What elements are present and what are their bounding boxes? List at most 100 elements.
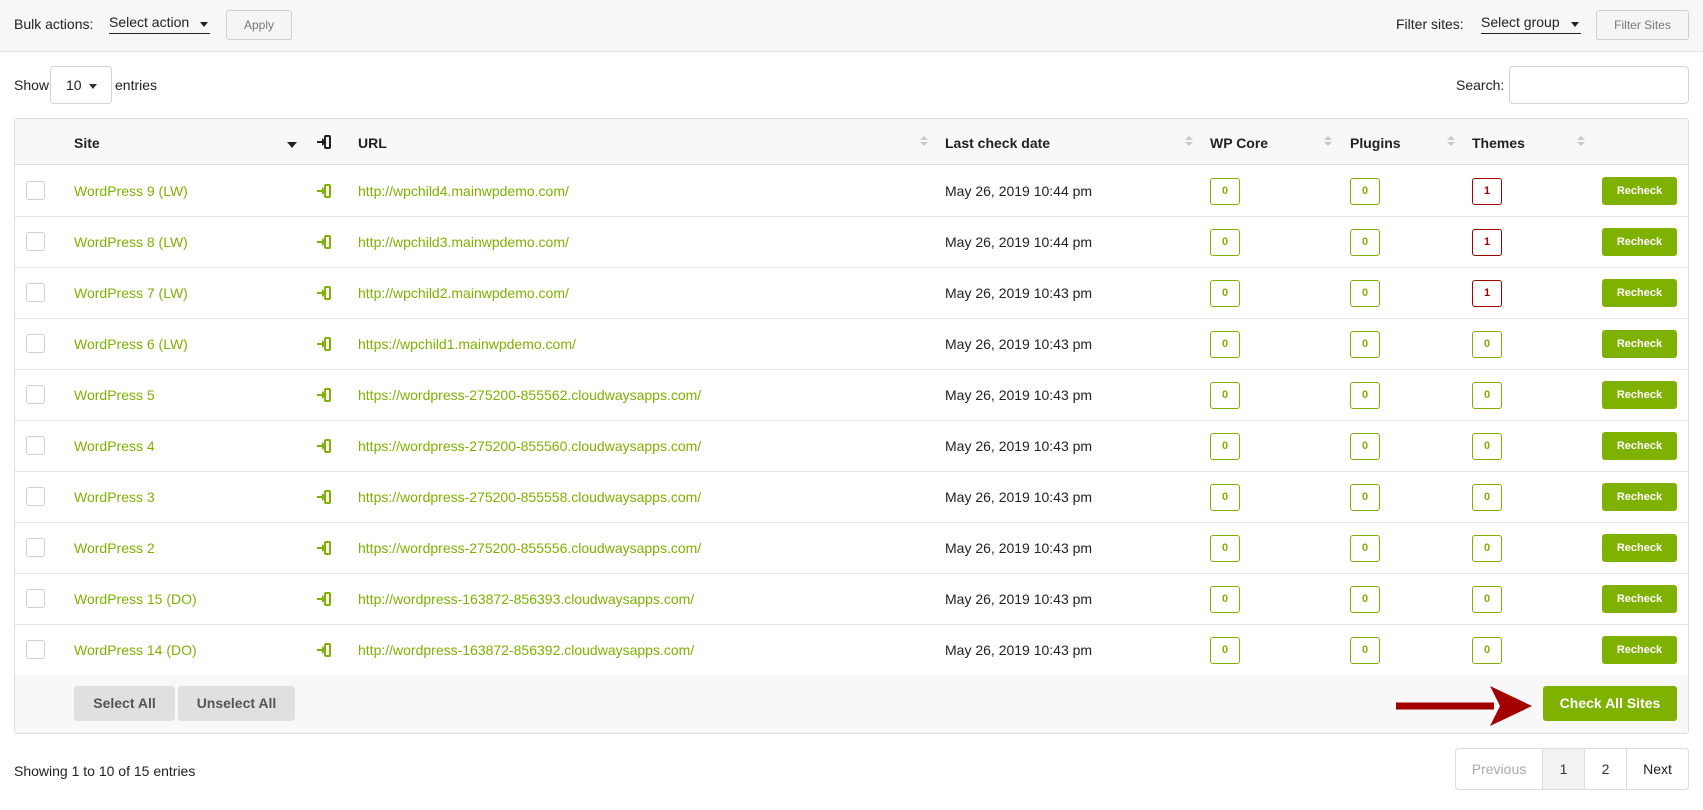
sign-in-icon[interactable]	[316, 591, 332, 607]
wp-core-count-badge[interactable]: 0	[1210, 331, 1240, 358]
entries-length-select[interactable]: 10	[50, 66, 112, 104]
sign-in-icon[interactable]	[316, 183, 332, 199]
sign-in-icon[interactable]	[316, 285, 332, 301]
wp-core-count-badge[interactable]: 0	[1210, 382, 1240, 409]
recheck-button[interactable]: Recheck	[1602, 381, 1677, 409]
site-name-link[interactable]: WordPress 3	[74, 489, 155, 505]
site-name-link[interactable]: WordPress 4	[74, 438, 155, 454]
row-checkbox[interactable]	[26, 283, 45, 302]
row-checkbox[interactable]	[26, 538, 45, 557]
previous-page-button[interactable]: Previous	[1456, 749, 1543, 789]
recheck-button[interactable]: Recheck	[1602, 636, 1677, 664]
sort-icon[interactable]	[1185, 136, 1193, 148]
site-url-link[interactable]: http://wordpress-163872-856392.cloudways…	[358, 642, 694, 658]
site-url-link[interactable]: https://wpchild1.mainwpdemo.com/	[358, 336, 576, 352]
row-checkbox[interactable]	[26, 232, 45, 251]
sign-in-icon[interactable]	[316, 438, 332, 454]
site-url-link[interactable]: http://wordpress-163872-856393.cloudways…	[358, 591, 694, 607]
site-name-link[interactable]: WordPress 7 (LW)	[74, 285, 188, 301]
bulk-action-select[interactable]: Select action	[109, 14, 210, 34]
themes-count-badge[interactable]: 0	[1472, 637, 1502, 664]
recheck-button[interactable]: Recheck	[1602, 177, 1677, 205]
site-name-link[interactable]: WordPress 9 (LW)	[74, 183, 188, 199]
site-url-link[interactable]: http://wpchild4.mainwpdemo.com/	[358, 183, 569, 199]
plugins-count-badge[interactable]: 0	[1350, 229, 1380, 256]
site-name-link[interactable]: WordPress 15 (DO)	[74, 591, 197, 607]
column-header-plugins[interactable]: Plugins	[1350, 135, 1401, 151]
row-checkbox[interactable]	[26, 640, 45, 659]
column-header-site[interactable]: Site	[74, 135, 100, 151]
site-url-link[interactable]: https://wordpress-275200-855562.cloudway…	[358, 387, 701, 403]
row-checkbox[interactable]	[26, 487, 45, 506]
sign-in-icon[interactable]	[316, 336, 332, 352]
group-select[interactable]: Select group	[1481, 14, 1581, 34]
themes-count-badge[interactable]: 0	[1472, 586, 1502, 613]
recheck-button[interactable]: Recheck	[1602, 432, 1677, 460]
plugins-count-badge[interactable]: 0	[1350, 637, 1380, 664]
wp-core-count-badge[interactable]: 0	[1210, 535, 1240, 562]
themes-count-badge[interactable]: 0	[1472, 484, 1502, 511]
sign-in-icon[interactable]	[316, 642, 332, 658]
site-name-link[interactable]: WordPress 8 (LW)	[74, 234, 188, 250]
site-url-link[interactable]: https://wordpress-275200-855556.cloudway…	[358, 540, 701, 556]
column-header-wp-core[interactable]: WP Core	[1210, 135, 1268, 151]
page-button-2[interactable]: 2	[1585, 749, 1627, 789]
wp-core-count-badge[interactable]: 0	[1210, 229, 1240, 256]
unselect-all-button[interactable]: Unselect All	[178, 686, 295, 721]
plugins-count-badge[interactable]: 0	[1350, 586, 1380, 613]
recheck-button[interactable]: Recheck	[1602, 228, 1677, 256]
recheck-button[interactable]: Recheck	[1602, 585, 1677, 613]
row-checkbox[interactable]	[26, 436, 45, 455]
sort-desc-icon[interactable]	[287, 142, 297, 148]
sign-in-icon[interactable]	[316, 540, 332, 556]
site-url-link[interactable]: https://wordpress-275200-855560.cloudway…	[358, 438, 701, 454]
plugins-count-badge[interactable]: 0	[1350, 382, 1380, 409]
sign-in-icon[interactable]	[316, 234, 332, 250]
row-checkbox[interactable]	[26, 589, 45, 608]
wp-core-count-badge[interactable]: 0	[1210, 586, 1240, 613]
sort-icon[interactable]	[1577, 136, 1585, 148]
row-checkbox[interactable]	[26, 334, 45, 353]
themes-count-badge[interactable]: 0	[1472, 382, 1502, 409]
themes-count-badge[interactable]: 1	[1472, 178, 1502, 205]
check-all-sites-button[interactable]: Check All Sites	[1543, 686, 1677, 721]
wp-core-count-badge[interactable]: 0	[1210, 637, 1240, 664]
plugins-count-badge[interactable]: 0	[1350, 433, 1380, 460]
page-button-1[interactable]: 1	[1543, 749, 1585, 789]
plugins-count-badge[interactable]: 0	[1350, 331, 1380, 358]
column-header-last-check[interactable]: Last check date	[945, 135, 1050, 151]
search-input[interactable]	[1509, 66, 1689, 104]
themes-count-badge[interactable]: 0	[1472, 535, 1502, 562]
row-checkbox[interactable]	[26, 181, 45, 200]
plugins-count-badge[interactable]: 0	[1350, 178, 1380, 205]
filter-sites-button[interactable]: Filter Sites	[1596, 10, 1689, 40]
wp-core-count-badge[interactable]: 0	[1210, 280, 1240, 307]
next-page-button[interactable]: Next	[1627, 749, 1688, 789]
select-all-button[interactable]: Select All	[74, 686, 175, 721]
sort-icon[interactable]	[1324, 136, 1332, 148]
sort-icon[interactable]	[920, 136, 928, 148]
site-url-link[interactable]: https://wordpress-275200-855558.cloudway…	[358, 489, 701, 505]
themes-count-badge[interactable]: 0	[1472, 331, 1502, 358]
wp-core-count-badge[interactable]: 0	[1210, 178, 1240, 205]
site-url-link[interactable]: http://wpchild3.mainwpdemo.com/	[358, 234, 569, 250]
recheck-button[interactable]: Recheck	[1602, 279, 1677, 307]
wp-core-count-badge[interactable]: 0	[1210, 484, 1240, 511]
recheck-button[interactable]: Recheck	[1602, 330, 1677, 358]
site-name-link[interactable]: WordPress 2	[74, 540, 155, 556]
recheck-button[interactable]: Recheck	[1602, 534, 1677, 562]
site-name-link[interactable]: WordPress 5	[74, 387, 155, 403]
column-header-themes[interactable]: Themes	[1472, 135, 1525, 151]
site-name-link[interactable]: WordPress 14 (DO)	[74, 642, 197, 658]
column-header-url[interactable]: URL	[358, 135, 387, 151]
row-checkbox[interactable]	[26, 385, 45, 404]
wp-core-count-badge[interactable]: 0	[1210, 433, 1240, 460]
plugins-count-badge[interactable]: 0	[1350, 484, 1380, 511]
site-name-link[interactable]: WordPress 6 (LW)	[74, 336, 188, 352]
sort-icon[interactable]	[1447, 136, 1455, 148]
apply-button[interactable]: Apply	[226, 10, 292, 40]
plugins-count-badge[interactable]: 0	[1350, 535, 1380, 562]
themes-count-badge[interactable]: 0	[1472, 433, 1502, 460]
recheck-button[interactable]: Recheck	[1602, 483, 1677, 511]
themes-count-badge[interactable]: 1	[1472, 229, 1502, 256]
